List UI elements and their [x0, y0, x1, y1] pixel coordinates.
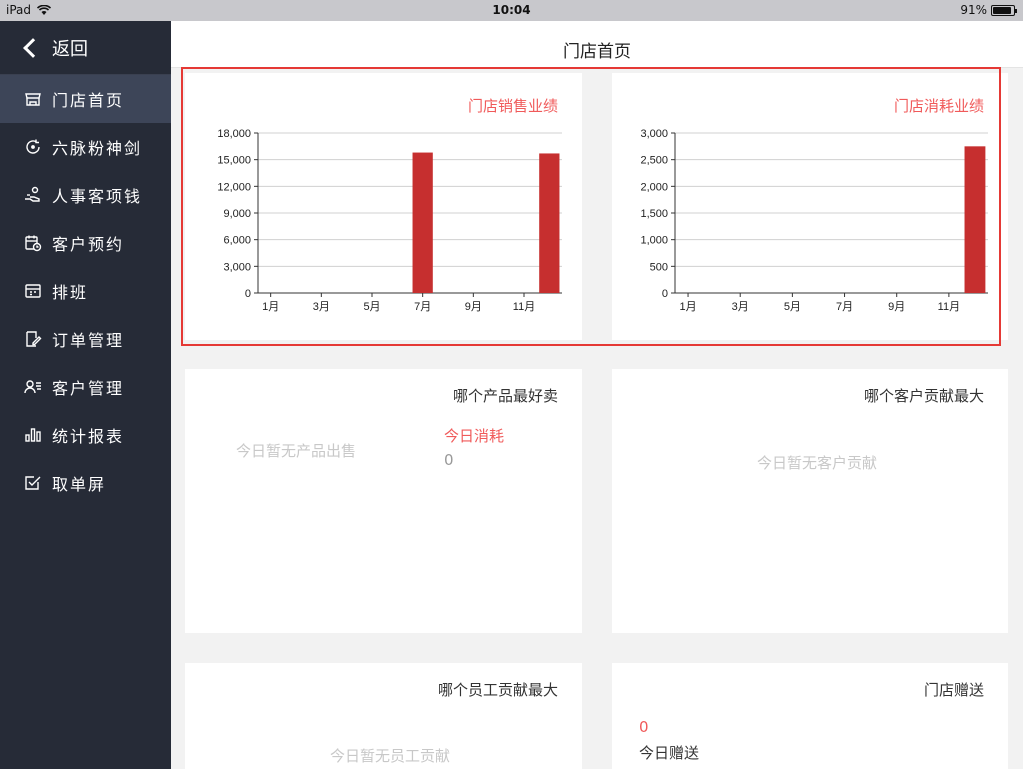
sidebar-item-label: 六脉粉神剑	[52, 139, 143, 158]
gift-value: 0	[639, 718, 649, 736]
sidebar-item-label: 排班	[52, 283, 89, 302]
edit-order-icon	[26, 331, 42, 347]
customer-list-icon	[24, 380, 41, 394]
empty-message: 今日暂无员工贡献	[330, 747, 451, 765]
x-tick-label: 7月	[836, 301, 853, 313]
sidebar-item-orders[interactable]: 订单管理	[0, 315, 171, 363]
y-tick-label: 500	[650, 261, 668, 273]
store-gift-card: 门店赠送 0 今日赠送	[612, 663, 1008, 769]
x-tick-label: 9月	[888, 301, 905, 313]
empty-message: 今日暂无客户贡献	[757, 454, 878, 472]
status-time: 10:04	[492, 3, 531, 17]
status-bar: iPad 10:04 91%	[0, 0, 1023, 21]
checkbox-icon	[25, 476, 41, 490]
y-tick-label: 6,000	[223, 235, 251, 247]
consumption-chart-card: 门店消耗业绩 0 500 1,000 1,500 2,000 2,500 3,000 1月 3月…	[612, 73, 1008, 340]
sidebar-item-customers[interactable]: 客户管理	[0, 363, 171, 411]
card-title: 门店赠送	[923, 681, 984, 699]
consume-label: 今日消耗	[444, 427, 505, 445]
sidebar-item-label: 人事客项钱	[52, 187, 143, 206]
y-tick-label: 9,000	[223, 208, 251, 220]
schedule-icon	[25, 284, 41, 298]
calendar-clock-icon	[25, 235, 42, 252]
sidebar-item-personnel[interactable]: 人事客项钱	[0, 171, 171, 219]
x-tick-label: 3月	[313, 301, 330, 313]
sidebar-item-reports[interactable]: 统计报表	[0, 411, 171, 459]
y-tick-label: 15,000	[217, 155, 251, 167]
bar	[539, 153, 560, 293]
bar-chart-icon	[25, 428, 41, 442]
x-tick-label: 5月	[363, 301, 380, 313]
x-tick-label: 7月	[414, 301, 431, 313]
gift-label: 今日赠送	[639, 744, 700, 762]
y-tick-label: 0	[662, 288, 668, 300]
sidebar-item-label: 门店首页	[52, 91, 125, 110]
sidebar-item-six-pulse[interactable]: 六脉粉神剑	[0, 123, 171, 171]
y-tick-label: 3,000	[223, 261, 251, 273]
card-title: 哪个产品最好卖	[452, 387, 558, 405]
sidebar: 返回 门店首页 六脉粉神剑 人事客项钱 客户预约 排班 订单管理 客户管理 统计…	[0, 21, 171, 769]
status-right: 91%	[960, 3, 1017, 17]
battery-icon	[991, 4, 1017, 16]
y-tick-label: 2,500	[640, 155, 668, 167]
y-tick-label: 3,000	[640, 128, 668, 140]
sales-chart-card: 门店销售业绩 0 3,000 6,000 9,000 12,000 15,000 18,00…	[185, 73, 582, 340]
y-tick-label: 1,000	[640, 235, 668, 247]
y-tick-label: 0	[245, 288, 251, 300]
sales-bar-chart: 0 3,000 6,000 9,000 12,000 15,000 18,000 1月 3月 5月…	[217, 128, 562, 313]
sidebar-item-pickup-screen[interactable]: 取单屏	[0, 459, 171, 507]
store-icon	[25, 93, 41, 106]
sidebar-item-label: 统计报表	[52, 427, 125, 446]
hand-coin-icon	[25, 186, 40, 202]
sidebar-item-label: 取单屏	[52, 475, 107, 494]
empty-message: 今日暂无产品出售	[236, 442, 357, 460]
top-customer-card: 哪个客户贡献最大 今日暂无客户贡献	[612, 369, 1008, 633]
refresh-icon	[26, 139, 40, 154]
sidebar-item-schedule[interactable]: 排班	[0, 267, 171, 315]
bar	[412, 152, 433, 293]
x-tick-label: 1月	[679, 301, 696, 313]
back-button[interactable]: 返回	[0, 21, 171, 75]
bar	[964, 146, 986, 293]
x-tick-label: 3月	[732, 301, 749, 313]
sidebar-item-appointments[interactable]: 客户预约	[0, 219, 171, 267]
y-tick-label: 2,000	[640, 181, 668, 193]
y-tick-label: 12,000	[217, 181, 251, 193]
consumption-bar-chart: 0 500 1,000 1,500 2,000 2,500 3,000 1月 3月 5月 7月 9月 1…	[640, 128, 988, 313]
page-title: 门店首页	[563, 42, 631, 62]
back-label: 返回	[52, 38, 88, 60]
sidebar-item-store-home[interactable]: 门店首页	[0, 75, 171, 123]
card-title: 哪个员工贡献最大	[437, 681, 558, 699]
chevron-left-icon	[23, 37, 43, 58]
consume-value: 0	[444, 451, 454, 469]
x-tick-label: 1月	[262, 301, 279, 313]
battery-percent: 91%	[960, 3, 987, 17]
y-tick-label: 18,000	[217, 128, 251, 140]
best-product-card: 哪个产品最好卖 今日暂无产品出售 今日消耗 0	[185, 369, 582, 633]
x-tick-label: 11月	[938, 301, 960, 313]
x-tick-label: 9月	[465, 301, 482, 313]
y-tick-label: 1,500	[640, 208, 668, 220]
page-header: 门店首页	[171, 21, 1023, 68]
sidebar-item-label: 订单管理	[52, 331, 125, 350]
card-title: 哪个客户贡献最大	[863, 387, 984, 405]
x-tick-label: 5月	[784, 301, 801, 313]
top-employee-card: 哪个员工贡献最大 今日暂无员工贡献	[185, 663, 582, 769]
sidebar-item-label: 客户管理	[52, 379, 125, 398]
sidebar-item-label: 客户预约	[52, 235, 125, 254]
x-tick-label: 11月	[513, 301, 535, 313]
